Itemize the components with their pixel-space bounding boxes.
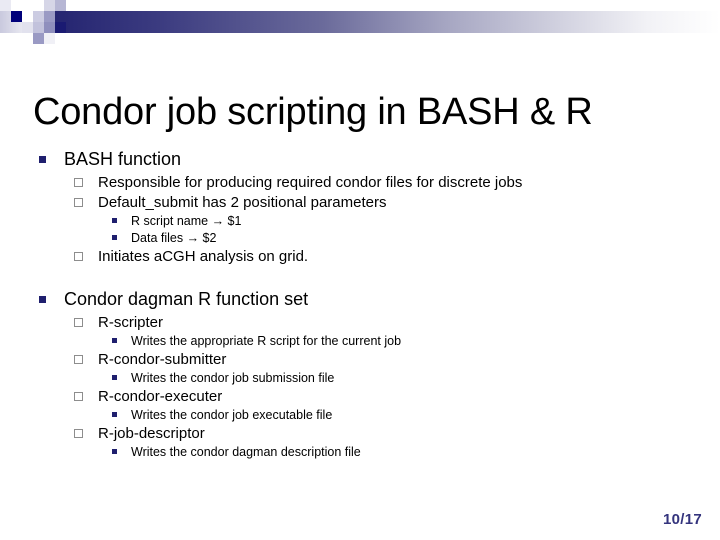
outline-group-spacer [33, 267, 693, 288]
outline-item-level3: Writes the condor job submission file [33, 370, 693, 387]
hollow-square-bullet-icon [74, 355, 83, 364]
outline-item-text: R-condor-submitter [98, 351, 227, 368]
outline-item-level3: Data files → $2 [33, 230, 693, 247]
outline-item-text: Writes the condor dagman description fil… [131, 445, 361, 459]
outline-item-level3: Writes the condor dagman description fil… [33, 444, 693, 461]
small-filled-square-bullet-icon [112, 449, 117, 454]
mosaic-cell-dark-a [11, 11, 22, 22]
outline-item-level2: R-job-descriptor [33, 424, 693, 444]
hollow-square-bullet-icon [74, 392, 83, 401]
slide-title: Condor job scripting in BASH & R [33, 91, 593, 134]
small-filled-square-bullet-icon [112, 338, 117, 343]
outline-item-text: Writes the appropriate R script for the … [131, 334, 402, 348]
slide-header-decoration [0, 0, 720, 46]
outline-item-text: R script name → $1 [131, 214, 242, 228]
hollow-square-bullet-icon [74, 429, 83, 438]
outline-item-text: Condor dagman R function set [64, 289, 309, 309]
slide-body-outline: BASH function Responsible for producing … [33, 148, 693, 461]
outline-item-text: Initiates aCGH analysis on grid. [98, 248, 309, 265]
mosaic-cell-mid-b [44, 11, 55, 22]
header-mosaic-squares [0, 0, 122, 46]
mosaic-cell-pale-d [44, 33, 55, 44]
hollow-square-bullet-icon [74, 198, 83, 207]
outline-item-level3: R script name → $1 [33, 213, 693, 230]
mosaic-cell-mid-a [55, 0, 66, 11]
outline-item-text: Responsible for producing required condo… [98, 174, 523, 191]
outline-item-level3: Writes the appropriate R script for the … [33, 333, 693, 350]
outline-item-level2: R-condor-executer [33, 387, 693, 407]
outline-item-level2: Responsible for producing required condo… [33, 173, 693, 193]
mosaic-cell-darknavy-b [55, 22, 66, 33]
outline-item-level2: Default_submit has 2 positional paramete… [33, 193, 693, 213]
mosaic-cell-light-a [44, 0, 55, 11]
mosaic-cell-light-b [33, 11, 44, 22]
outline-item-text: R-scripter [98, 314, 164, 331]
mosaic-cell-pale-a [0, 0, 11, 11]
outline-item-text: R-job-descriptor [98, 425, 205, 442]
outline-item-level2: Initiates aCGH analysis on grid. [33, 247, 693, 267]
mosaic-cell-pale-c [22, 22, 33, 33]
mosaic-cell-mid-d [33, 33, 44, 44]
filled-square-bullet-icon [39, 296, 46, 303]
hollow-square-bullet-icon [74, 178, 83, 187]
mosaic-cell-mid-c [44, 22, 55, 33]
outline-item-level1: Condor dagman R function set [33, 288, 693, 311]
small-filled-square-bullet-icon [112, 218, 117, 223]
outline-item-text: Data files → $2 [131, 231, 217, 245]
filled-square-bullet-icon [39, 156, 46, 163]
small-filled-square-bullet-icon [112, 375, 117, 380]
outline-item-text: Writes the condor job executable file [131, 408, 333, 422]
outline-item-level2: R-scripter [33, 313, 693, 333]
outline-item-level1: BASH function [33, 148, 693, 171]
outline-item-text: Writes the condor job submission file [131, 371, 335, 385]
outline-item-level2: R-condor-submitter [33, 350, 693, 370]
mosaic-cell-white-a [22, 11, 33, 22]
mosaic-cell-pale-b [11, 0, 22, 11]
outline-item-level3: Writes the condor job executable file [33, 407, 693, 424]
outline-item-text: Default_submit has 2 positional paramete… [98, 194, 387, 211]
outline-item-text: BASH function [64, 149, 182, 169]
small-filled-square-bullet-icon [112, 412, 117, 417]
page-number: 10/17 [662, 511, 702, 528]
hollow-square-bullet-icon [74, 252, 83, 261]
outline-item-text: R-condor-executer [98, 388, 223, 405]
small-filled-square-bullet-icon [112, 235, 117, 240]
hollow-square-bullet-icon [74, 318, 83, 327]
mosaic-cell-light-c [33, 22, 44, 33]
